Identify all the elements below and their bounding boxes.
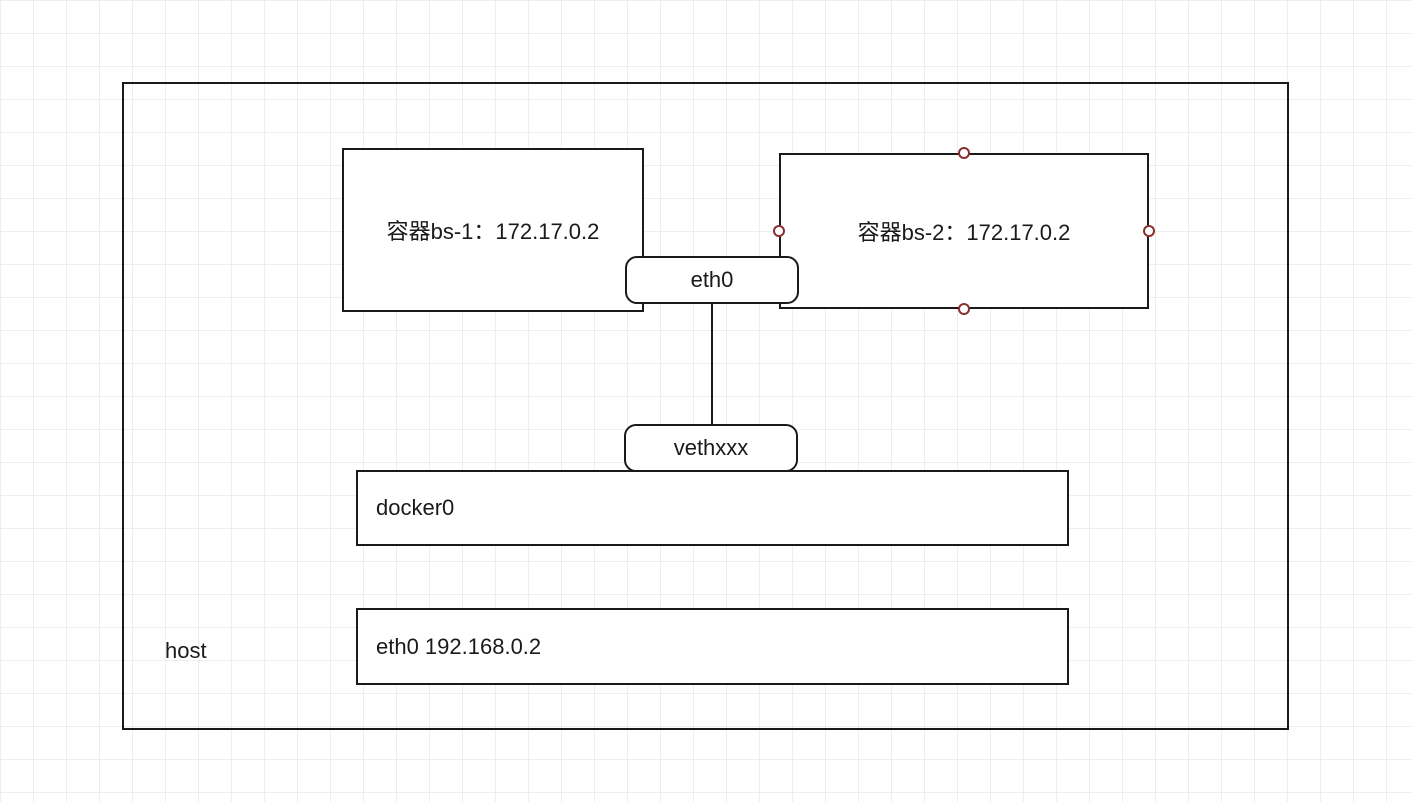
eth0-label: eth0 bbox=[691, 267, 734, 293]
eth0-interface[interactable]: eth0 bbox=[625, 256, 799, 304]
host-eth0-label: eth0 192.168.0.2 bbox=[376, 634, 541, 660]
docker0-bridge[interactable]: docker0 bbox=[356, 470, 1069, 546]
container-bs-1-label: 容器bs-1：172.17.0.2 bbox=[387, 214, 600, 246]
selection-handle-right[interactable] bbox=[1143, 225, 1155, 237]
container-bs-2[interactable]: 容器bs-2：172.17.0.2 bbox=[779, 153, 1149, 309]
container-bs-1[interactable]: 容器bs-1：172.17.0.2 bbox=[342, 148, 644, 312]
selection-handle-top[interactable] bbox=[958, 147, 970, 159]
host-label: host bbox=[165, 638, 207, 664]
vethxxx-label: vethxxx bbox=[674, 435, 749, 461]
selection-handle-bottom[interactable] bbox=[958, 303, 970, 315]
container-bs-2-label: 容器bs-2：172.17.0.2 bbox=[858, 215, 1071, 247]
connector-eth0-veth bbox=[711, 304, 713, 424]
docker0-label: docker0 bbox=[376, 495, 454, 521]
selection-handle-left[interactable] bbox=[773, 225, 785, 237]
diagram-canvas: 容器bs-1：172.17.0.2 容器bs-2：172.17.0.2 eth0… bbox=[0, 0, 1412, 802]
host-eth0-interface[interactable]: eth0 192.168.0.2 bbox=[356, 608, 1069, 685]
vethxxx-interface[interactable]: vethxxx bbox=[624, 424, 798, 472]
